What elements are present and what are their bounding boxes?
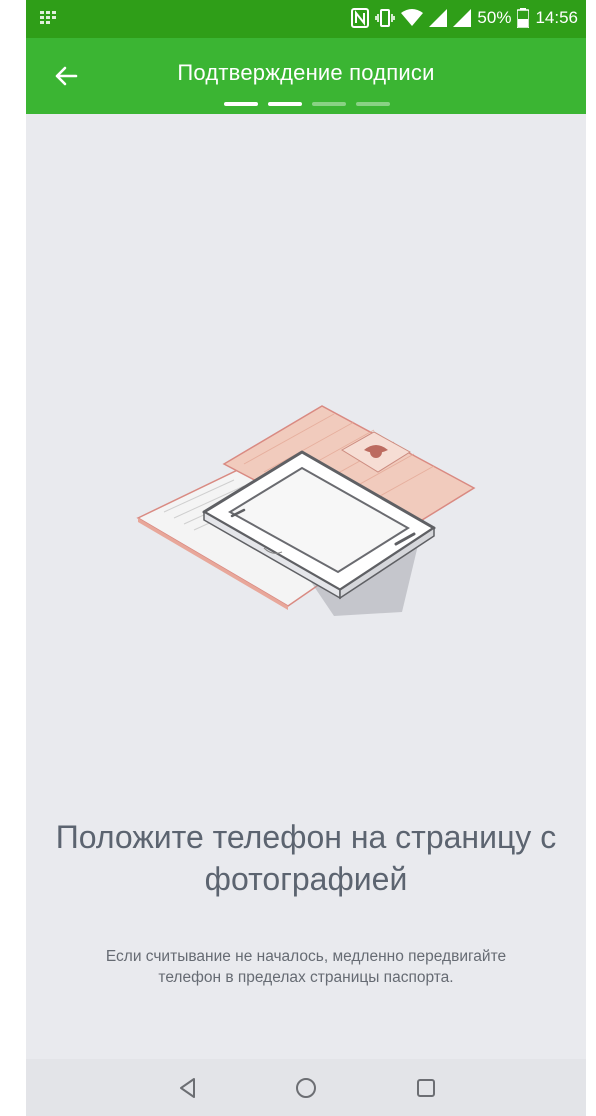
app-bar: Подтверждение подписи <box>26 38 586 114</box>
step-indicator-1 <box>224 102 258 106</box>
instruction-headline: Положите телефон на страницу с фотографи… <box>55 819 557 897</box>
wifi-icon <box>401 9 424 26</box>
back-triangle-icon[interactable] <box>176 1076 200 1100</box>
page-title: Подтверждение подписи <box>177 60 435 85</box>
battery-percent: 50% <box>477 8 512 27</box>
home-circle-icon[interactable] <box>294 1076 318 1100</box>
signal-icon <box>429 9 448 27</box>
status-icons: 50% 14:56 <box>351 8 578 28</box>
step-indicator-3 <box>312 102 346 106</box>
grid-app-icon <box>40 11 56 24</box>
recents-square-icon[interactable] <box>414 1076 438 1100</box>
battery-icon <box>517 8 530 28</box>
clock: 14:56 <box>535 8 578 27</box>
screen: 50% 14:56 Подтверждение подписи Положите… <box>26 0 586 1116</box>
system-nav-bar <box>26 1059 586 1116</box>
step-indicator-4 <box>356 102 390 106</box>
instruction-hint: Если считывание не началось, медленно пе… <box>105 948 507 986</box>
signal-icon-2 <box>453 9 472 27</box>
vibrate-icon <box>375 9 396 27</box>
status-bar: 50% 14:56 <box>26 0 586 38</box>
step-indicator-2 <box>268 102 302 106</box>
nfc-icon <box>351 8 370 28</box>
phone-on-passport-illustration <box>136 405 476 616</box>
step-progress <box>224 102 390 106</box>
